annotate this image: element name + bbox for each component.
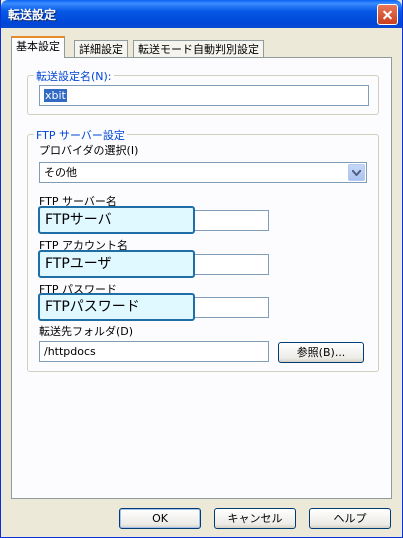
window-title: 転送設定 [8,8,57,22]
transfer-name-input[interactable]: xbit [39,85,369,106]
tab-basic[interactable]: 基本設定 [11,36,65,58]
title-bar[interactable]: 転送設定 [1,0,402,28]
password-hint-callout: FTPパスワード [38,293,195,321]
provider-label: プロバイダの選択(I) [39,144,139,157]
ftp-server-legend: FTP サーバー設定 [34,127,127,143]
transfer-name-legend: 転送設定名(N): [34,68,114,84]
chevron-down-icon[interactable] [348,164,365,181]
transfer-name-group: 転送設定名(N): xbit [27,68,379,115]
transfer-name-value: xbit [44,89,67,102]
folder-label: 転送先フォルダ(D) [39,325,134,338]
help-button[interactable]: ヘルプ [309,508,391,529]
tab-panel-basic: 転送設定名(N): xbit FTP サーバー設定 プロバイダの選択(I) その… [11,57,392,499]
close-icon[interactable] [377,4,398,25]
ftp-server-group: FTP サーバー設定 プロバイダの選択(I) その他 FTP サーバー名 FTP… [27,127,379,372]
folder-value: /httpdocs [44,345,96,358]
ok-button[interactable]: OK [119,508,201,529]
provider-select[interactable]: その他 [39,162,367,183]
server-hint-callout: FTPサーバ [38,206,195,234]
account-hint-callout: FTPユーザ [38,250,195,278]
cancel-button[interactable]: キャンセル [214,508,296,529]
browse-button[interactable]: 参照(B)... [278,342,364,363]
provider-select-value: その他 [44,166,77,179]
folder-input[interactable]: /httpdocs [39,341,269,362]
dialog-window: 転送設定 基本設定 詳細設定 転送モード自動判別設定 転送設定名(N): xbi… [0,0,403,538]
